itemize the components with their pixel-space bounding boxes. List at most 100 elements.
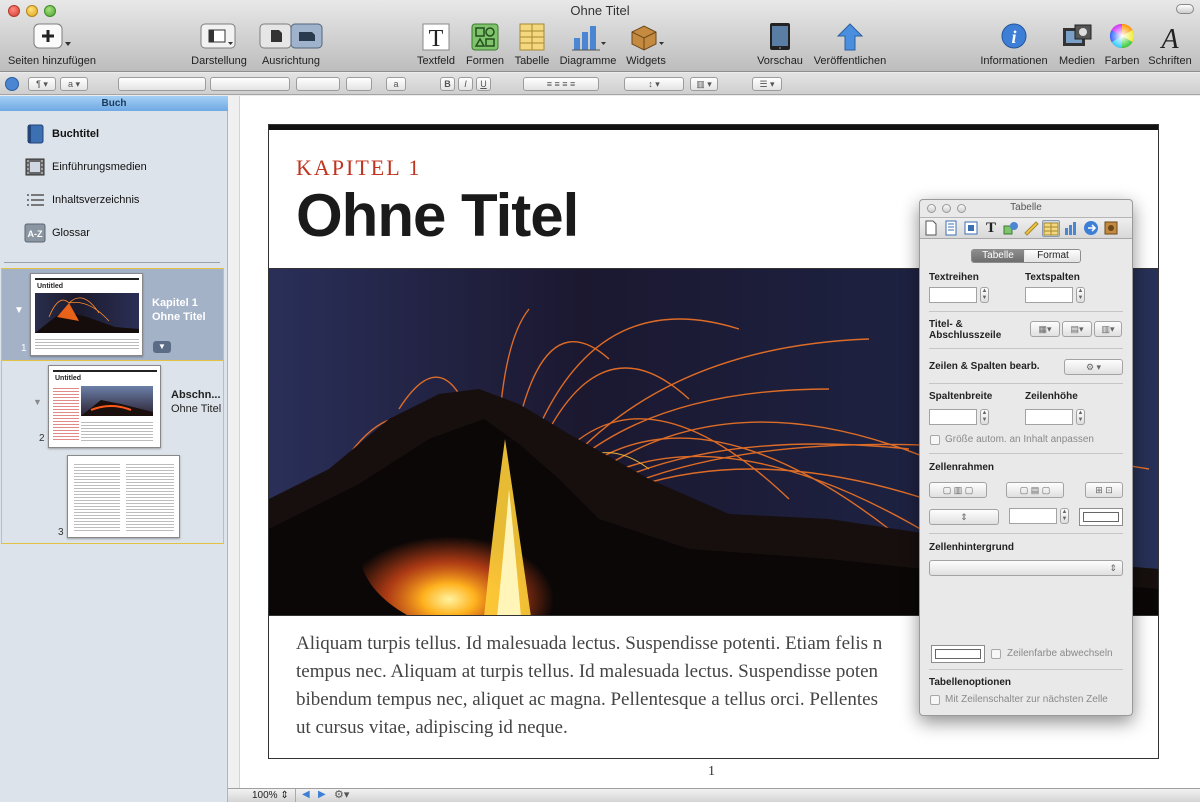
- columns-field[interactable]: [1025, 287, 1073, 303]
- column-width-field[interactable]: [929, 409, 977, 425]
- border-color-well[interactable]: [1079, 508, 1123, 526]
- border-width-field[interactable]: [1009, 508, 1057, 524]
- border-width-stepper[interactable]: ▲ ▼: [1060, 508, 1069, 524]
- header-footer-label-line: Titel- &: [929, 319, 963, 330]
- italic-button[interactable]: I: [458, 77, 473, 91]
- inspector-tabs: T: [920, 217, 1132, 239]
- layout-inspector-icon[interactable]: [942, 220, 960, 237]
- sidebar-splitter[interactable]: [228, 96, 240, 788]
- font-typeface-popup[interactable]: [210, 77, 290, 91]
- svg-text:A-Z: A-Z: [28, 229, 43, 239]
- font-family-popup[interactable]: [118, 77, 206, 91]
- columns-stepper[interactable]: ▲ ▼: [1076, 287, 1085, 303]
- table-button[interactable]: Tabelle: [513, 22, 551, 67]
- text-color-well[interactable]: [346, 77, 372, 91]
- page-title[interactable]: Ohne Titel: [296, 181, 579, 250]
- segment-format[interactable]: Format: [1025, 250, 1080, 262]
- sidebar-item-toc[interactable]: Inhaltsverzeichnis: [22, 188, 222, 212]
- row-height-field[interactable]: [1025, 409, 1073, 425]
- alternate-row-checkbox[interactable]: [991, 649, 1001, 659]
- widgets-button[interactable]: Widgets: [624, 22, 668, 67]
- section-subtitle: Ohne Titel: [171, 403, 222, 415]
- sidebar-item-intro-media[interactable]: Einführungsmedien: [22, 155, 222, 179]
- shapes-button[interactable]: Formen: [464, 22, 506, 67]
- text-inspector-icon[interactable]: T: [982, 220, 1000, 237]
- edit-rows-columns-popup[interactable]: ⚙ ▾: [1064, 359, 1123, 375]
- alternate-row-color-well[interactable]: [931, 645, 985, 663]
- sidebar-divider: [4, 262, 220, 263]
- zoom-popup[interactable]: 100% ⇕: [248, 789, 296, 802]
- previous-page-icon[interactable]: ◀: [302, 789, 310, 800]
- info-icon: i: [999, 22, 1029, 52]
- chart-inspector-icon[interactable]: [1062, 220, 1080, 237]
- page-number-label: 1: [21, 343, 27, 354]
- textbox-button[interactable]: T Textfeld: [414, 22, 458, 67]
- sidebar-item-glossary[interactable]: A-Z Glossar: [22, 221, 222, 245]
- zoom-value: 100%: [252, 790, 278, 801]
- document-inspector-icon[interactable]: [922, 220, 940, 237]
- orientation-control[interactable]: Ausrichtung: [258, 22, 324, 67]
- wrap-inspector-icon[interactable]: [962, 220, 980, 237]
- add-pages-button[interactable]: Seiten hinzufügen: [6, 22, 98, 67]
- view-button[interactable]: Darstellung: [190, 22, 248, 67]
- page-thumbnail[interactable]: [67, 455, 180, 538]
- next-page-icon[interactable]: ▶: [318, 789, 326, 800]
- all-borders-buttons[interactable]: ⊞ ⊡: [1085, 482, 1123, 498]
- chapter-item-1[interactable]: ▼ 1 Untitled Kapitel 1 Ohne Titel ▼: [1, 268, 224, 361]
- inspector-button[interactable]: i Informationen: [978, 22, 1050, 67]
- header-columns-popup[interactable]: ▤▾: [1062, 321, 1092, 337]
- font-size-field[interactable]: [296, 77, 340, 91]
- tab-next-cell-checkbox[interactable]: [930, 695, 940, 705]
- color-wheel-icon: [1108, 22, 1136, 52]
- widget-box-icon: [626, 22, 666, 52]
- header-rows-popup[interactable]: ▦▾: [1030, 321, 1060, 337]
- disclosure-triangle-icon[interactable]: ▼: [33, 397, 42, 407]
- media-button[interactable]: Medien: [1056, 22, 1098, 67]
- table-inspector-icon[interactable]: [1042, 220, 1060, 237]
- lava-thumbnail-image: [81, 400, 153, 416]
- alignment-buttons[interactable]: ≡ ≡ ≡ ≡: [523, 77, 599, 91]
- page-thumbnail[interactable]: Untitled: [48, 365, 161, 448]
- preview-button[interactable]: Vorschau: [756, 22, 804, 67]
- svg-text:i: i: [1011, 27, 1016, 47]
- hyperlink-inspector-icon[interactable]: [1082, 220, 1100, 237]
- page-thumbnail[interactable]: Untitled: [30, 273, 143, 356]
- footer-rows-popup[interactable]: ▥▾: [1094, 321, 1122, 337]
- graphic-inspector-icon[interactable]: [1002, 220, 1020, 237]
- colors-button[interactable]: Farben: [1102, 22, 1142, 67]
- segment-table[interactable]: Tabelle: [972, 250, 1024, 262]
- cell-background-popup[interactable]: ⇕: [929, 560, 1123, 576]
- publish-button[interactable]: Veröffentlichen: [810, 22, 890, 67]
- columns-popup[interactable]: ▥ ▾: [690, 77, 718, 91]
- text-background-button[interactable]: a: [386, 77, 406, 91]
- outer-borders-buttons[interactable]: ▢ ▥ ▢: [929, 482, 987, 498]
- gear-icon[interactable]: ⚙▾: [334, 788, 349, 801]
- toolbar-toggle-button[interactable]: [1176, 4, 1194, 14]
- disclosure-triangle-icon[interactable]: ▼: [14, 305, 24, 316]
- character-style-popup[interactable]: a ▾: [60, 77, 88, 91]
- underline-button[interactable]: U: [476, 77, 491, 91]
- rows-stepper[interactable]: ▲ ▼: [980, 287, 989, 303]
- rows-field[interactable]: [929, 287, 977, 303]
- bold-button[interactable]: B: [440, 77, 455, 91]
- border-style-popup[interactable]: ⇕: [929, 509, 999, 525]
- row-height-stepper[interactable]: ▲ ▼: [1076, 409, 1085, 425]
- format-bar: ¶ ▾ a ▾ a B I U ≡ ≡ ≡ ≡ ↕ ▾ ▥ ▾ ☰ ▾: [0, 73, 1200, 95]
- textbox-label: Textfeld: [417, 55, 455, 67]
- metrics-inspector-icon[interactable]: [1022, 220, 1040, 237]
- chapter-label[interactable]: KAPITEL 1: [296, 155, 421, 181]
- orientation-icon: [259, 22, 323, 52]
- chapter-menu-button[interactable]: ▼: [153, 341, 171, 353]
- text-style-drawer-button[interactable]: [5, 77, 19, 91]
- widget-inspector-icon[interactable]: [1102, 220, 1120, 237]
- list-style-popup[interactable]: ☰ ▾: [752, 77, 782, 91]
- sidebar-item-book-title[interactable]: Buchtitel: [22, 122, 222, 146]
- line-spacing-popup[interactable]: ↕ ▾: [624, 77, 684, 91]
- paragraph-style-popup[interactable]: ¶ ▾: [28, 77, 56, 91]
- charts-button[interactable]: Diagramme: [558, 22, 618, 67]
- view-icon: [199, 22, 239, 52]
- inner-borders-buttons[interactable]: ▢ ▤ ▢: [1006, 482, 1064, 498]
- column-width-stepper[interactable]: ▲ ▼: [980, 409, 989, 425]
- autofit-checkbox[interactable]: [930, 435, 940, 445]
- fonts-button[interactable]: A Schriften: [1146, 22, 1194, 67]
